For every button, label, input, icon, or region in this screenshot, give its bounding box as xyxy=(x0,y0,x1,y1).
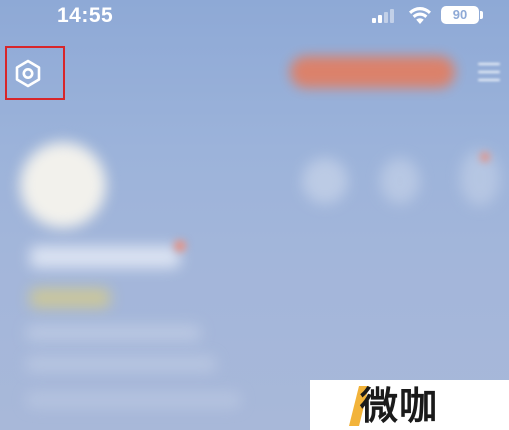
battery-tip xyxy=(480,11,483,19)
blurred-action-button[interactable] xyxy=(290,56,455,88)
blurred-badge-dot xyxy=(174,240,186,252)
wifi-icon xyxy=(409,7,431,24)
blurred-stat-item[interactable] xyxy=(380,158,420,204)
signal-icon xyxy=(372,9,396,23)
blurred-notification-dot xyxy=(480,152,490,162)
watermark-logo: 微咖 xyxy=(310,380,509,430)
menu-lines-icon[interactable] xyxy=(478,60,502,84)
blurred-info-line xyxy=(26,325,201,341)
settings-hexagon-icon[interactable] xyxy=(14,58,42,88)
blurred-stat-item[interactable] xyxy=(302,158,348,204)
blurred-info-line xyxy=(26,356,216,372)
blurred-username xyxy=(30,246,180,268)
battery-icon: 90 xyxy=(441,6,479,24)
blurred-info-line xyxy=(26,392,241,408)
battery-level: 90 xyxy=(452,7,468,22)
blurred-level-tag xyxy=(30,288,110,308)
status-bar: 14:55 90 xyxy=(0,0,509,34)
status-time: 14:55 xyxy=(57,4,114,27)
watermark-text: 微咖 xyxy=(360,384,439,428)
avatar[interactable] xyxy=(20,142,106,228)
